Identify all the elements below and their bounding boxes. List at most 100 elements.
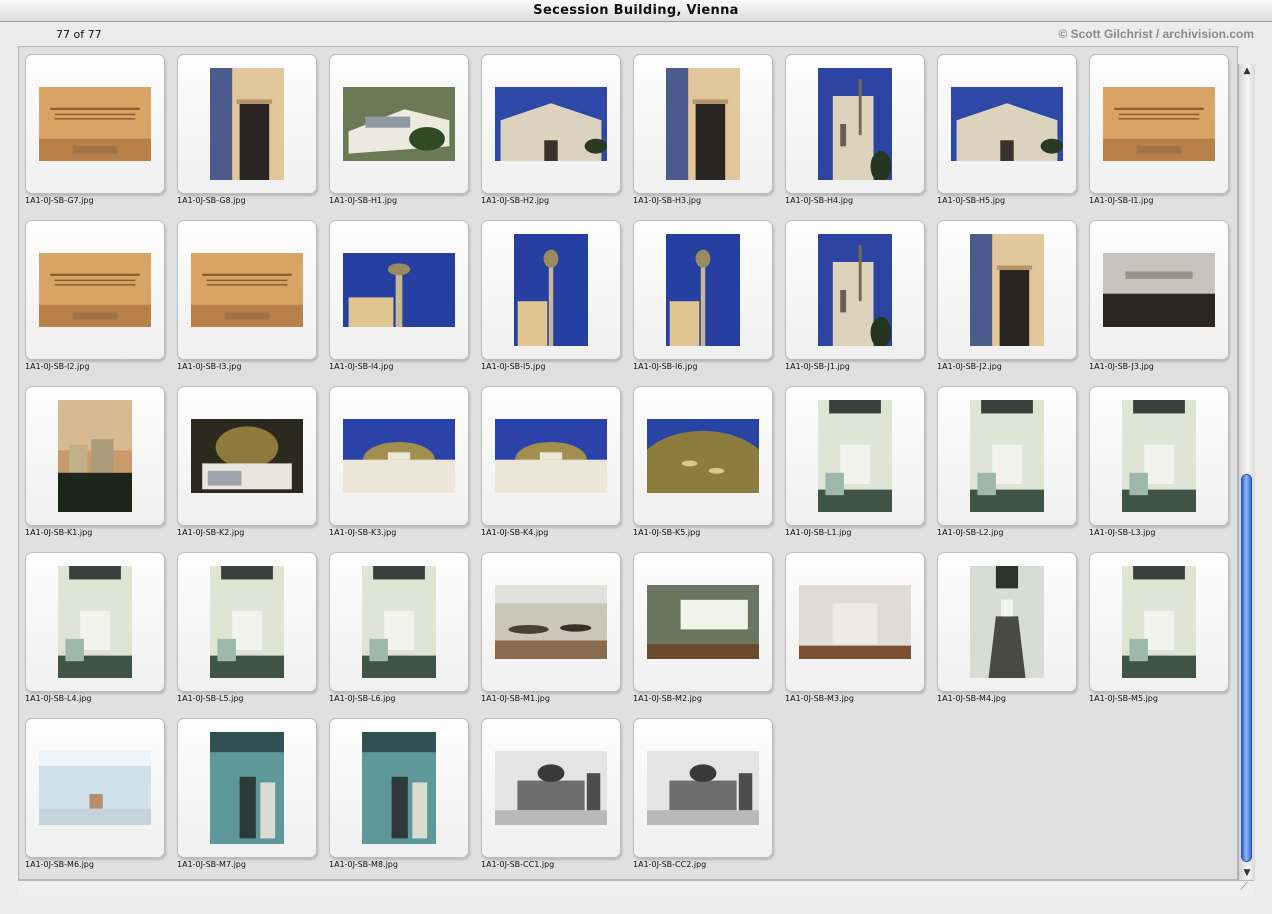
thumbnail-frame[interactable] bbox=[1089, 54, 1229, 194]
thumbnail-cell[interactable]: 1A1-0J-SB-L2.jpg bbox=[937, 386, 1077, 537]
thumbnail-image[interactable] bbox=[495, 751, 607, 825]
thumbnail-frame[interactable] bbox=[177, 386, 317, 526]
thumbnail-frame[interactable] bbox=[633, 552, 773, 692]
thumbnail-frame[interactable] bbox=[1089, 386, 1229, 526]
thumbnail-cell[interactable]: 1A1-0J-SB-I6.jpg bbox=[633, 220, 773, 371]
thumbnail-cell[interactable]: 1A1-0J-SB-K4.jpg bbox=[481, 386, 621, 537]
thumbnail-cell[interactable]: 1A1-0J-SB-L5.jpg bbox=[177, 552, 317, 703]
thumbnail-frame[interactable] bbox=[481, 552, 621, 692]
scroll-up-arrow-icon[interactable]: ▲ bbox=[1242, 66, 1252, 76]
thumbnail-image[interactable] bbox=[343, 87, 455, 161]
thumbnail-image[interactable] bbox=[39, 751, 151, 825]
thumbnail-cell[interactable]: 1A1-0J-SB-L1.jpg bbox=[785, 386, 925, 537]
thumbnail-image[interactable] bbox=[970, 400, 1044, 512]
thumbnail-image[interactable] bbox=[210, 732, 284, 844]
thumbnail-frame[interactable] bbox=[785, 220, 925, 360]
thumbnail-image[interactable] bbox=[362, 566, 436, 678]
thumbnail-frame[interactable] bbox=[937, 552, 1077, 692]
thumbnail-image[interactable] bbox=[362, 732, 436, 844]
thumbnail-frame[interactable] bbox=[785, 386, 925, 526]
thumbnail-cell[interactable]: 1A1-0J-SB-I3.jpg bbox=[177, 220, 317, 371]
thumbnail-image[interactable] bbox=[343, 253, 455, 327]
thumbnail-image[interactable] bbox=[799, 585, 911, 659]
thumbnail-frame[interactable] bbox=[785, 54, 925, 194]
thumbnail-image[interactable] bbox=[39, 87, 151, 161]
thumbnail-image[interactable] bbox=[191, 253, 303, 327]
thumbnail-frame[interactable] bbox=[1089, 220, 1229, 360]
thumbnail-frame[interactable] bbox=[633, 718, 773, 858]
thumbnail-image[interactable] bbox=[39, 253, 151, 327]
thumbnail-frame[interactable] bbox=[25, 54, 165, 194]
thumbnail-cell[interactable]: 1A1-0J-SB-I5.jpg bbox=[481, 220, 621, 371]
thumbnail-image[interactable] bbox=[1103, 87, 1215, 161]
thumbnail-cell[interactable]: 1A1-0J-SB-L6.jpg bbox=[329, 552, 469, 703]
thumbnail-image[interactable] bbox=[514, 234, 588, 346]
thumbnail-frame[interactable] bbox=[329, 54, 469, 194]
thumbnail-cell[interactable]: 1A1-0J-SB-I4.jpg bbox=[329, 220, 469, 371]
thumbnail-frame[interactable] bbox=[329, 552, 469, 692]
scroll-down-arrow-icon[interactable]: ▼ bbox=[1242, 868, 1252, 878]
thumbnail-frame[interactable] bbox=[937, 386, 1077, 526]
thumbnail-frame[interactable] bbox=[177, 552, 317, 692]
thumbnail-frame[interactable] bbox=[329, 718, 469, 858]
thumbnail-frame[interactable] bbox=[329, 386, 469, 526]
thumbnail-cell[interactable]: 1A1-0J-SB-K5.jpg bbox=[633, 386, 773, 537]
thumbnail-frame[interactable] bbox=[25, 718, 165, 858]
thumbnail-image[interactable] bbox=[647, 419, 759, 493]
thumbnail-image[interactable] bbox=[951, 87, 1063, 161]
thumbnail-image[interactable] bbox=[495, 419, 607, 493]
thumbnail-cell[interactable]: 1A1-0J-SB-M6.jpg bbox=[25, 718, 165, 869]
thumbnail-cell[interactable]: 1A1-0J-SB-H3.jpg bbox=[633, 54, 773, 205]
thumbnail-image[interactable] bbox=[495, 585, 607, 659]
thumbnail-cell[interactable]: 1A1-0J-SB-M7.jpg bbox=[177, 718, 317, 869]
thumbnail-frame[interactable] bbox=[481, 54, 621, 194]
thumbnail-image[interactable] bbox=[58, 566, 132, 678]
vertical-scrollbar[interactable]: ▲ ▼ bbox=[1238, 64, 1255, 880]
thumbnail-image[interactable] bbox=[818, 400, 892, 512]
thumbnail-cell[interactable]: 1A1-0J-SB-J2.jpg bbox=[937, 220, 1077, 371]
thumbnail-frame[interactable] bbox=[1089, 552, 1229, 692]
thumbnail-frame[interactable] bbox=[633, 386, 773, 526]
thumbnail-frame[interactable] bbox=[785, 552, 925, 692]
thumbnail-frame[interactable] bbox=[481, 386, 621, 526]
thumbnail-cell[interactable]: 1A1-0J-SB-J3.jpg bbox=[1089, 220, 1229, 371]
thumbnail-cell[interactable]: 1A1-0J-SB-G8.jpg bbox=[177, 54, 317, 205]
thumbnail-image[interactable] bbox=[818, 234, 892, 346]
thumbnail-image[interactable] bbox=[666, 234, 740, 346]
thumbnail-image[interactable] bbox=[970, 234, 1044, 346]
thumbnail-frame[interactable] bbox=[25, 386, 165, 526]
thumbnail-cell[interactable]: 1A1-0J-SB-K1.jpg bbox=[25, 386, 165, 537]
thumbnail-cell[interactable]: 1A1-0J-SB-M5.jpg bbox=[1089, 552, 1229, 703]
thumbnail-cell[interactable]: 1A1-0J-SB-M1.jpg bbox=[481, 552, 621, 703]
thumbnail-frame[interactable] bbox=[25, 220, 165, 360]
thumbnail-cell[interactable]: 1A1-0J-SB-H5.jpg bbox=[937, 54, 1077, 205]
thumbnail-cell[interactable]: 1A1-0J-SB-I2.jpg bbox=[25, 220, 165, 371]
thumbnail-image[interactable] bbox=[647, 751, 759, 825]
thumbnail-cell[interactable]: 1A1-0J-SB-CC2.jpg bbox=[633, 718, 773, 869]
thumbnail-image[interactable] bbox=[58, 400, 132, 512]
thumbnail-image[interactable] bbox=[210, 68, 284, 180]
thumbnail-frame[interactable] bbox=[177, 718, 317, 858]
thumbnail-cell[interactable]: 1A1-0J-SB-M8.jpg bbox=[329, 718, 469, 869]
thumbnail-image[interactable] bbox=[1122, 400, 1196, 512]
thumbnail-frame[interactable] bbox=[481, 220, 621, 360]
thumbnail-cell[interactable]: 1A1-0J-SB-I1.jpg bbox=[1089, 54, 1229, 205]
thumbnail-cell[interactable]: 1A1-0J-SB-M4.jpg bbox=[937, 552, 1077, 703]
thumbnail-cell[interactable]: 1A1-0J-SB-CC1.jpg bbox=[481, 718, 621, 869]
thumbnail-frame[interactable] bbox=[937, 54, 1077, 194]
thumbnail-cell[interactable]: 1A1-0J-SB-K3.jpg bbox=[329, 386, 469, 537]
thumbnail-image[interactable] bbox=[191, 419, 303, 493]
thumbnail-cell[interactable]: 1A1-0J-SB-K2.jpg bbox=[177, 386, 317, 537]
thumbnail-cell[interactable]: 1A1-0J-SB-M2.jpg bbox=[633, 552, 773, 703]
thumbnail-frame[interactable] bbox=[25, 552, 165, 692]
thumbnail-image[interactable] bbox=[970, 566, 1044, 678]
thumbnail-cell[interactable]: 1A1-0J-SB-L3.jpg bbox=[1089, 386, 1229, 537]
thumbnail-cell[interactable]: 1A1-0J-SB-H4.jpg bbox=[785, 54, 925, 205]
thumbnail-cell[interactable]: 1A1-0J-SB-H2.jpg bbox=[481, 54, 621, 205]
thumbnail-image[interactable] bbox=[210, 566, 284, 678]
thumbnail-image[interactable] bbox=[495, 87, 607, 161]
thumbnail-cell[interactable]: 1A1-0J-SB-L4.jpg bbox=[25, 552, 165, 703]
thumbnail-frame[interactable] bbox=[481, 718, 621, 858]
thumbnail-image[interactable] bbox=[1122, 566, 1196, 678]
thumbnail-cell[interactable]: 1A1-0J-SB-G7.jpg bbox=[25, 54, 165, 205]
